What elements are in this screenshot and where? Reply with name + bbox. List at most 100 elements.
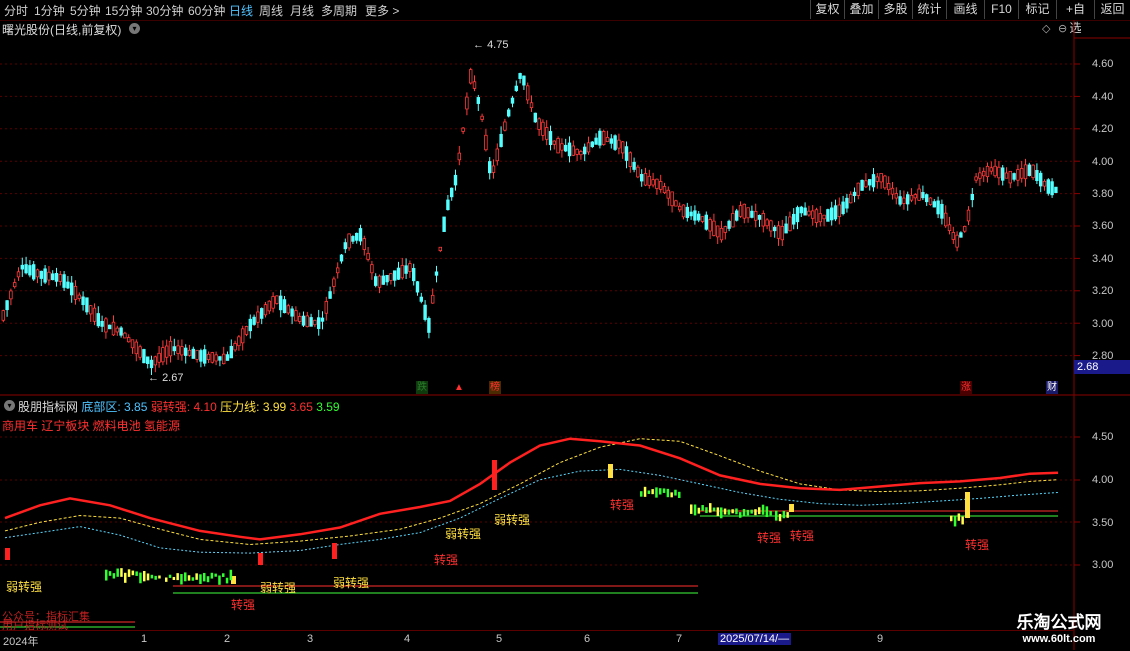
candle-body	[191, 348, 195, 359]
candle-body	[100, 320, 104, 327]
date-label: 6	[584, 633, 591, 645]
histogram-bar	[957, 513, 961, 521]
candle-body	[366, 252, 370, 260]
event-marker-rise[interactable]: 涨	[960, 381, 972, 394]
candle-body	[54, 272, 59, 282]
candle-body	[814, 209, 819, 223]
event-marker-fall[interactable]: 跌	[416, 381, 428, 394]
event-marker-finance[interactable]: 财	[1046, 381, 1058, 394]
candle-body	[746, 207, 750, 219]
histogram-bar	[218, 575, 221, 585]
candle-body	[58, 274, 62, 282]
weak-value: 4.10	[193, 400, 217, 414]
candle-body	[275, 295, 279, 304]
candle-body	[92, 307, 97, 322]
candle-body	[70, 282, 74, 296]
event-marker-list[interactable]: 榜	[489, 381, 501, 394]
price-grid	[0, 63, 1080, 357]
signal-bar-yellow	[789, 504, 794, 512]
candle-body	[723, 226, 727, 233]
date-label: 2	[224, 633, 231, 645]
candle-body	[145, 356, 150, 364]
histogram-bar	[191, 577, 195, 581]
histogram-bar	[127, 569, 131, 577]
candle-body	[807, 210, 811, 216]
date-label: 2024年	[3, 636, 39, 648]
histogram-bar	[150, 574, 154, 579]
candle-body	[149, 359, 154, 369]
signal-bar-red	[5, 548, 10, 560]
indicator-v4: 3.65	[289, 400, 313, 414]
histogram-bar	[112, 573, 116, 579]
candle-body	[731, 213, 735, 228]
candle-body	[503, 121, 507, 131]
candle-body	[316, 317, 321, 329]
date-label: 4	[404, 633, 411, 645]
candle-body	[902, 197, 906, 204]
bottom-label: 底部区:	[81, 400, 121, 414]
price-tick: 4.00	[1092, 156, 1114, 168]
candle-body	[738, 205, 743, 217]
candle-body	[267, 300, 271, 312]
candle-body	[415, 281, 420, 293]
candle-body	[955, 234, 959, 248]
date-label: 9	[877, 633, 884, 645]
signal-bar-yellow	[608, 464, 613, 478]
candle-body	[1001, 167, 1005, 181]
histogram-bar	[108, 571, 112, 576]
chart-area[interactable]	[0, 0, 1130, 650]
candle-body	[47, 271, 51, 281]
price-tick: 4.40	[1092, 91, 1114, 103]
candle-body	[35, 269, 40, 278]
site-logo: 乐淘公式网 www.60lt.com	[994, 608, 1124, 648]
candle-body	[545, 127, 549, 140]
candle-body	[484, 134, 488, 151]
price-tick: 3.00	[1092, 318, 1114, 330]
indicator-tick: 4.00	[1092, 474, 1114, 486]
histogram-bar	[651, 489, 654, 495]
date-label: 7	[676, 633, 683, 645]
candle-body	[127, 337, 131, 343]
histogram-bar	[735, 508, 738, 515]
candle-body	[514, 85, 518, 91]
histogram-bar	[168, 574, 172, 578]
date-label: 5	[496, 633, 503, 645]
candle-body	[210, 352, 214, 363]
histogram-bar	[670, 492, 673, 498]
histogram-bar	[950, 515, 953, 522]
candle-body	[1031, 164, 1035, 179]
candle-body	[229, 345, 233, 359]
histogram-bar	[765, 506, 769, 518]
candle-body	[662, 186, 667, 194]
candle-body	[195, 349, 199, 360]
event-marker-up[interactable]: ▲	[453, 381, 465, 394]
candle-body	[77, 294, 81, 299]
candle-body	[712, 220, 716, 236]
candle-body	[970, 193, 974, 201]
histogram-bar	[116, 568, 119, 577]
histogram-bar	[158, 575, 161, 579]
indicator-name[interactable]: 股朋指标网	[18, 400, 78, 414]
candle-body	[647, 175, 651, 186]
candle-body	[909, 194, 914, 201]
histogram-bar	[727, 509, 731, 515]
candle-body	[837, 204, 841, 218]
candle-body	[761, 213, 765, 227]
candle-body	[655, 178, 659, 189]
sector-tags: 商用车 辽宁板块 燃料电池 氢能源	[2, 419, 181, 433]
indicator-dropdown-icon[interactable]: ▾	[4, 400, 15, 411]
candle-body	[567, 142, 572, 157]
histogram-bar	[176, 573, 179, 581]
candle-body	[925, 194, 929, 203]
candle-body	[28, 265, 32, 276]
candle-body	[754, 211, 758, 221]
signal-bar-red	[332, 543, 337, 559]
candle-body	[354, 232, 359, 241]
histogram-bar	[705, 507, 708, 514]
candle-body	[605, 137, 610, 143]
candle-body	[541, 121, 545, 136]
candle-body	[719, 227, 724, 241]
histogram-bar	[184, 572, 187, 582]
histogram-bar	[640, 491, 643, 497]
candle-body	[1050, 181, 1054, 196]
